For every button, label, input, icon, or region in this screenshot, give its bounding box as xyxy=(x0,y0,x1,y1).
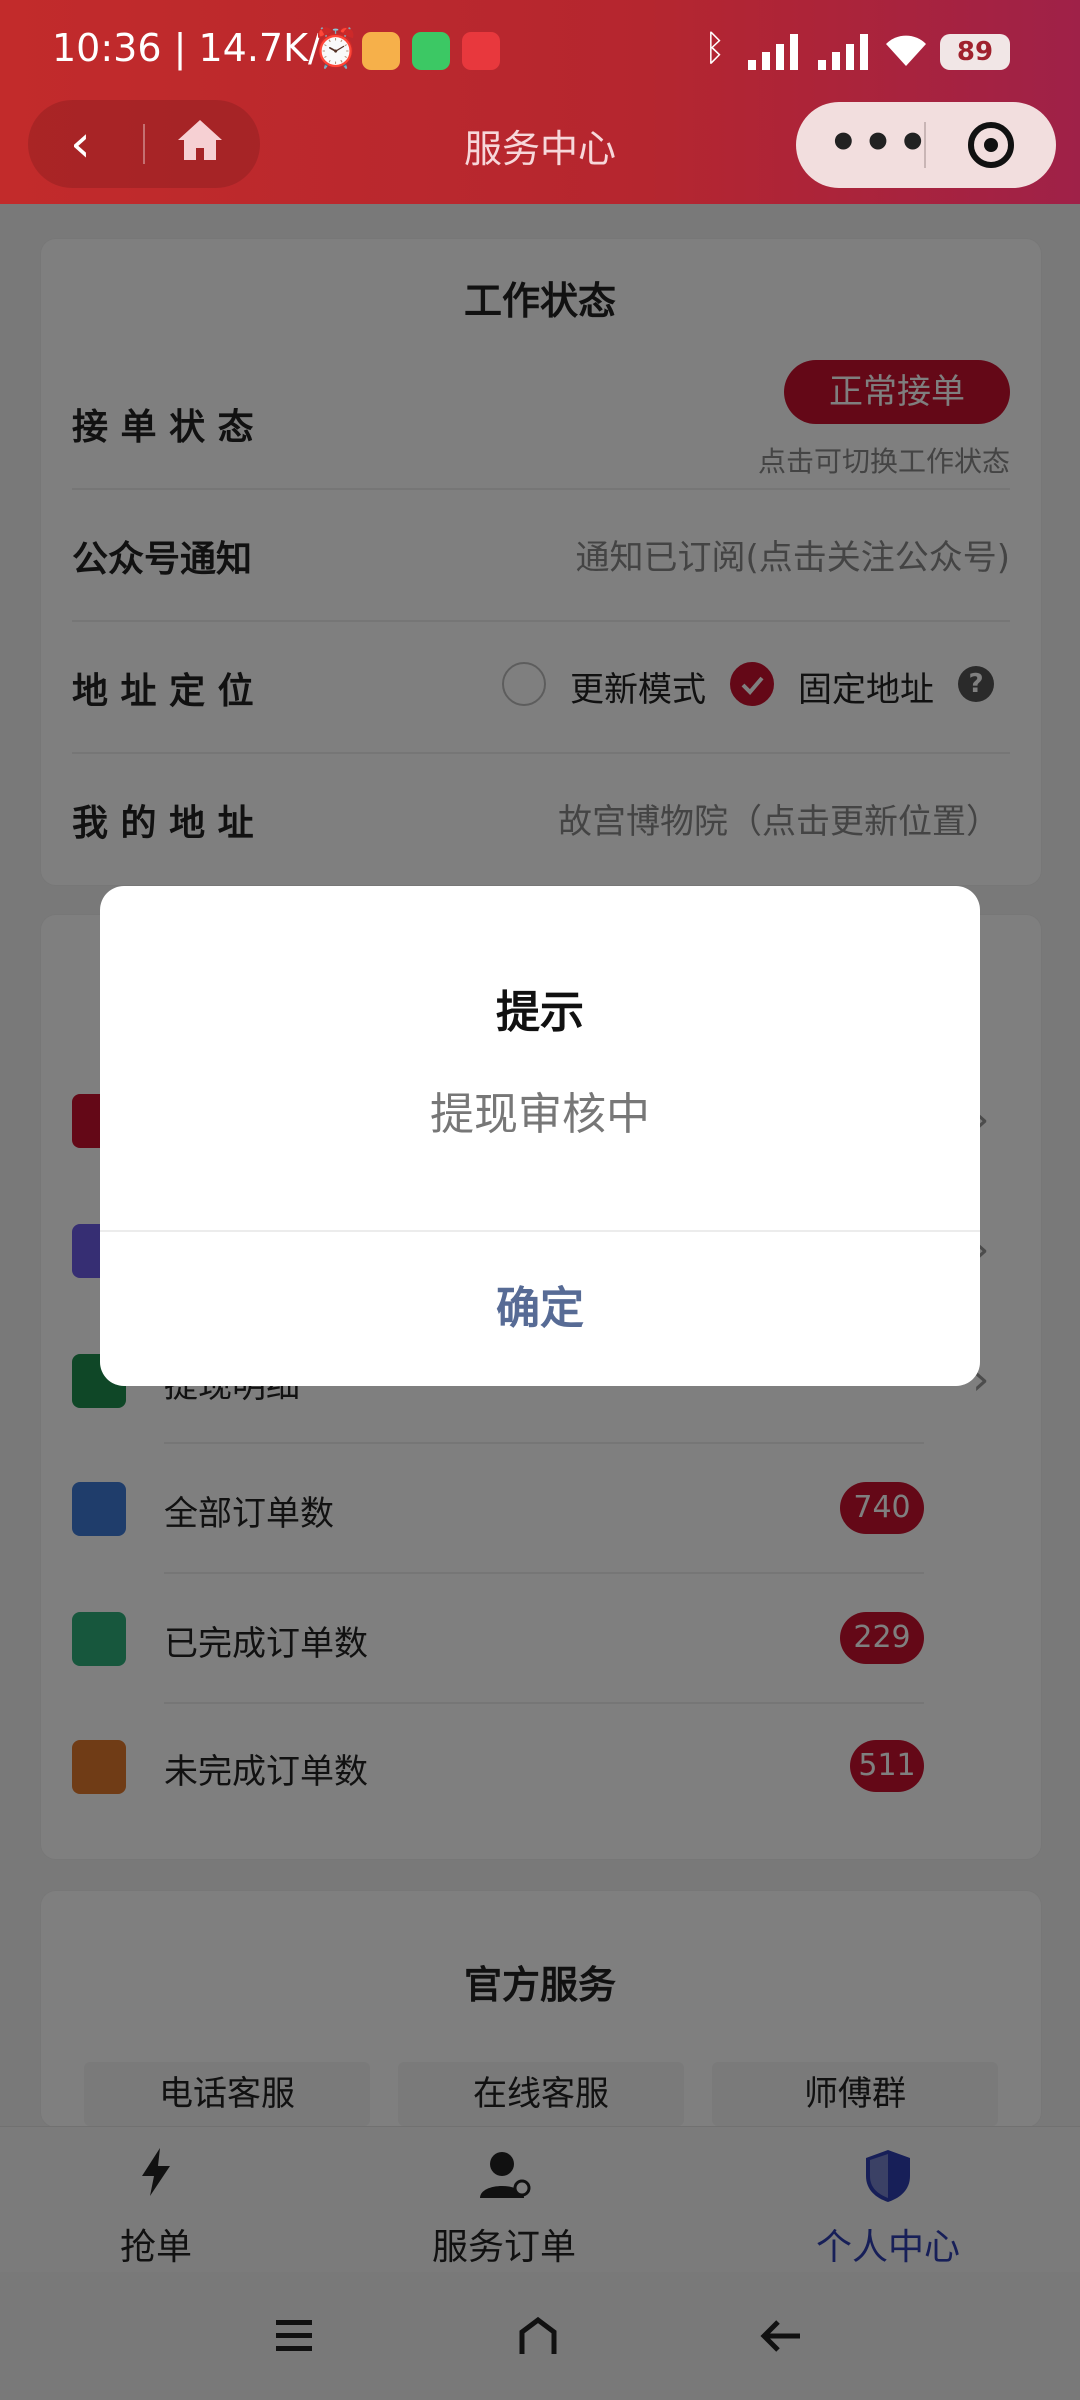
dialog-message: 提现审核中 xyxy=(430,1089,650,1140)
confirm-button[interactable]: 确定 xyxy=(100,1232,980,1386)
dialog-title: 提示 xyxy=(496,987,584,1038)
alert-dialog: 提示 提现审核中 确定 xyxy=(100,886,980,1386)
header-overlay xyxy=(0,0,1080,204)
